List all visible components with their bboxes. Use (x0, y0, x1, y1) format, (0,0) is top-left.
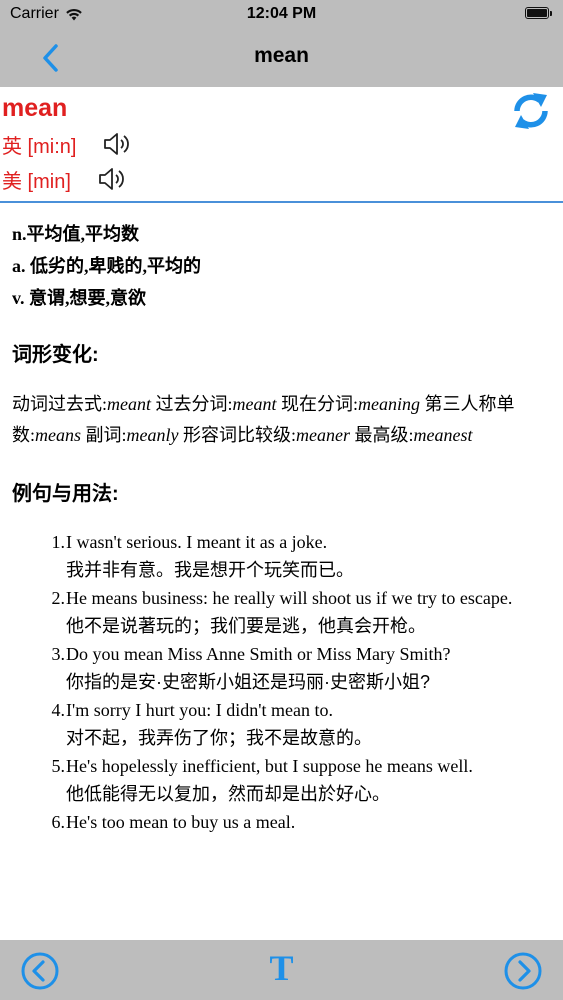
example-item: 1. I wasn't serious. I meant it as a jok… (12, 528, 547, 584)
example-zh: 他不是说著玩的；我们要是逃，他真会开枪。 (66, 616, 426, 636)
headword: mean (2, 94, 68, 122)
text-size-button[interactable]: T (269, 948, 293, 988)
form-label: 副词: (85, 425, 127, 445)
chevron-right-circle-icon (504, 952, 542, 990)
forms-section-title: 词形变化: (12, 344, 99, 366)
example-body: He means business: he really will shoot … (66, 584, 542, 640)
example-zh: 他低能得无以复加，然而却是出於好心。 (66, 784, 390, 804)
refresh-button[interactable] (513, 91, 549, 131)
previous-word-button[interactable] (20, 951, 60, 991)
examples-list: 1. I wasn't serious. I meant it as a jok… (12, 528, 547, 836)
form-label: 现在分词: (281, 394, 359, 414)
status-bar: Carrier 12:04 PM (0, 0, 563, 28)
form-value: meanest (413, 425, 473, 445)
pron-row-uk: 英 [mi:n] (2, 129, 132, 159)
example-item: 6. He's too mean to buy us a meal. (12, 808, 547, 836)
example-body: I wasn't serious. I meant it as a joke. … (66, 528, 542, 584)
next-word-button[interactable] (503, 951, 543, 991)
form-label: 动词过去式: (12, 394, 108, 414)
status-time: 12:04 PM (246, 5, 317, 22)
examples-section-title: 例句与用法: (12, 483, 119, 505)
form-label: 最高级: (354, 425, 414, 445)
word-header: mean 英 [mi:n] 美 [min] (0, 87, 563, 203)
definition-line: v. 意谓,想要,意欲 (12, 288, 147, 308)
form-label: 过去分词: (155, 394, 233, 414)
example-item: 2. He means business: he really will sho… (12, 584, 547, 640)
nav-bar: mean (0, 28, 563, 87)
example-number: 3. (51, 644, 66, 664)
content-area[interactable]: n.平均值,平均数 a. 低劣的,卑贱的,平均的 v. 意谓,想要,意欲 词形变… (12, 218, 547, 836)
speaker-uk-icon[interactable] (102, 129, 132, 159)
battery-icon (525, 7, 552, 19)
example-zh: 对不起，我弄伤了你；我不是故意的。 (66, 728, 372, 748)
form-value: meaner (296, 425, 351, 445)
example-item: 4. I'm sorry I hurt you: I didn't mean t… (12, 696, 547, 752)
example-number: 4. (51, 700, 66, 720)
example-body: He's hopelessly inefficient, but I suppo… (66, 752, 542, 808)
word-forms: 动词过去式:meant 过去分词:meant 现在分词:meaning 第三人称… (12, 389, 547, 451)
example-item: 3. Do you mean Miss Anne Smith or Miss M… (12, 640, 547, 696)
example-en: He's too mean to buy us a meal. (66, 812, 296, 832)
example-number: 5. (51, 756, 66, 776)
form-value: meaning (358, 394, 421, 414)
chevron-left-circle-icon (21, 952, 59, 990)
example-en: I wasn't serious. I meant it as a joke. (66, 532, 328, 552)
example-en: Do you mean Miss Anne Smith or Miss Mary… (66, 644, 451, 664)
example-number: 6. (51, 812, 66, 832)
example-zh: 我并非有意。我是想开个玩笑而已。 (66, 560, 354, 580)
refresh-icon (514, 93, 548, 129)
example-body: I'm sorry I hurt you: I didn't mean to. … (66, 696, 542, 752)
example-en: I'm sorry I hurt you: I didn't mean to. (66, 700, 333, 720)
definitions: n.平均值,平均数 a. 低劣的,卑贱的,平均的 v. 意谓,想要,意欲 (12, 218, 547, 314)
pron-uk: 英 [mi:n] (2, 135, 77, 158)
example-number: 2. (51, 588, 66, 608)
form-label: 形容词比较级: (183, 425, 297, 445)
example-number: 1. (51, 532, 66, 552)
pron-us: 美 [min] (2, 170, 71, 193)
form-value: means (35, 425, 82, 445)
text-size-container: T (0, 947, 563, 989)
example-en: He's hopelessly inefficient, but I suppo… (66, 756, 473, 776)
form-value: meant (232, 394, 277, 414)
speaker-us-icon[interactable] (97, 164, 127, 194)
bottom-toolbar: T (0, 940, 563, 1000)
example-en: He means business: he really will shoot … (66, 588, 513, 608)
definition-line: a. 低劣的,卑贱的,平均的 (12, 256, 201, 276)
pron-row-us: 美 [min] (2, 164, 127, 194)
example-zh: 你指的是安·史密斯小姐还是玛丽·史密斯小姐? (66, 672, 430, 692)
nav-title: mean (254, 44, 309, 67)
example-item: 5. He's hopelessly inefficient, but I su… (12, 752, 547, 808)
example-body: Do you mean Miss Anne Smith or Miss Mary… (66, 640, 542, 696)
example-body: He's too mean to buy us a meal. (66, 808, 542, 836)
form-value: meanly (126, 425, 179, 445)
definition-line: n.平均值,平均数 (12, 224, 140, 244)
form-value: meant (107, 394, 152, 414)
